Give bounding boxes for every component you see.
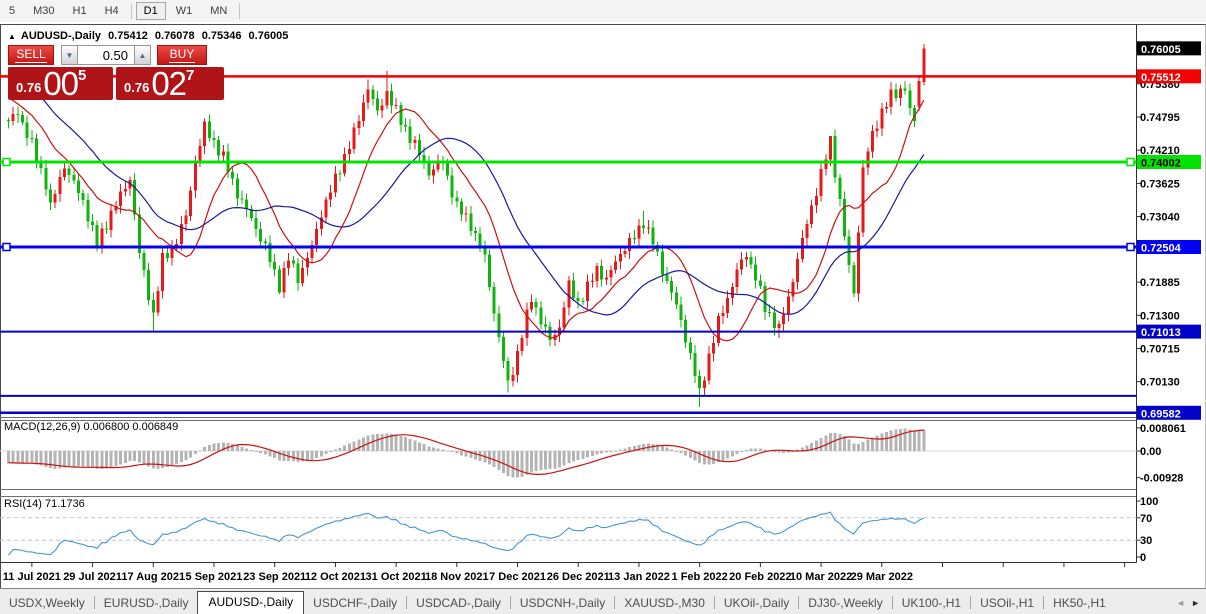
- svg-text:0.76005: 0.76005: [1141, 44, 1181, 56]
- sell-price-big: 00: [43, 65, 79, 102]
- timeframe-h4-button[interactable]: H4: [97, 2, 127, 20]
- rsi-axis-label: 70: [1140, 513, 1152, 525]
- sell-price-sup: 5: [78, 67, 87, 84]
- date-tick-label: 26 Dec 2021: [547, 571, 610, 583]
- ohlc-low: 0.75346: [201, 30, 242, 42]
- chart-tab-usdchf-daily[interactable]: USDCHF-,Daily: [304, 593, 406, 614]
- chart-tab-xauusd-m30[interactable]: XAUUSD-,M30: [615, 593, 714, 614]
- date-tick-label: 31 Oct 2021: [366, 571, 427, 583]
- rsi-indicator-label: RSI(14) 71.1736: [4, 498, 85, 510]
- toolbar-divider: [130, 3, 132, 19]
- toolbar-divider: [239, 3, 241, 19]
- tab-scroll-right-icon[interactable]: ►: [1191, 598, 1200, 608]
- price-tick-label: 0.73625: [1140, 178, 1180, 190]
- date-tick-label: 23 Sep 2021: [243, 571, 306, 583]
- tab-scroll-left-icon[interactable]: ◄: [1176, 598, 1185, 608]
- date-tick-label: 17 Aug 2021: [121, 571, 185, 583]
- price-tick-label: 0.74795: [1140, 112, 1180, 124]
- date-tick-label: 13 Jan 2022: [608, 571, 670, 583]
- slow-ma-line: [8, 66, 925, 316]
- buy-price-big: 02: [151, 65, 187, 102]
- timeframe-5-button[interactable]: 5: [1, 2, 23, 20]
- volume-input[interactable]: 0.50: [78, 45, 134, 65]
- macd-axis-label: 0.00: [1140, 446, 1161, 458]
- rsi-axis-label: 0: [1140, 552, 1146, 564]
- ohlc-high: 0.76078: [154, 30, 195, 42]
- chart-tab-ukoil-daily[interactable]: UKOil-,Daily: [715, 593, 798, 614]
- chevron-up-icon: ▲: [138, 50, 147, 60]
- date-tick-label: 10 Mar 2022: [790, 571, 852, 583]
- timeframe-w1-button[interactable]: W1: [168, 2, 201, 20]
- svg-text:0.74002: 0.74002: [1141, 158, 1181, 170]
- chart-tab-usdx-weekly[interactable]: USDX,Weekly: [0, 593, 94, 614]
- price-tick-label: 0.71300: [1140, 310, 1180, 322]
- svg-text:0.75512: 0.75512: [1141, 72, 1181, 84]
- chart-tab-uk100-h1[interactable]: UK100-,H1: [893, 593, 970, 614]
- svg-text:0.72504: 0.72504: [1141, 242, 1182, 254]
- symbol-tab-bar: USDX,Weekly EURUSD-,Daily AUDUSD-,Daily USD…: [0, 588, 1206, 614]
- chart-tab-usdcad-daily[interactable]: USDCAD-,Daily: [407, 593, 510, 614]
- date-tick-label: 18 Nov 2021: [425, 571, 489, 583]
- price-tick-label: 0.70130: [1140, 377, 1180, 389]
- date-tick-label: 5 Sep 2021: [186, 571, 243, 583]
- date-tick-label: 29 Mar 2022: [851, 571, 913, 583]
- sell-button[interactable]: SELL: [8, 45, 54, 65]
- trading-platform-window: 0.75380 0.74795 0.74210 0.73625 0.73040 0.718…: [0, 0, 1206, 614]
- rsi-line: [8, 511, 925, 556]
- chart-tab-usdcnh-daily[interactable]: USDCNH-,Daily: [511, 593, 614, 614]
- hline-handle[interactable]: [1126, 157, 1135, 167]
- macd-axis-label: -0.00928: [1140, 473, 1183, 485]
- sell-button-label: SELL: [15, 47, 47, 63]
- chart-tab-usoil-h1[interactable]: USOil-,H1: [971, 593, 1043, 614]
- date-tick-label: 7 Dec 2021: [489, 571, 546, 583]
- volume-decrease-button[interactable]: ▼: [61, 45, 78, 65]
- buy-price-prefix: 0.76: [124, 80, 150, 95]
- timeframe-m30-button[interactable]: M30: [25, 2, 62, 20]
- buy-price-panel[interactable]: 0.76 02 7: [116, 67, 224, 100]
- chart-header: ▲ AUDUSD-,Daily 0.75412 0.76078 0.75346 0…: [8, 30, 292, 42]
- buy-button-label: BUY: [168, 47, 196, 63]
- chart-tab-dj30-weekly[interactable]: DJ30-,Weekly: [799, 593, 891, 614]
- buy-price-sup: 7: [186, 67, 195, 84]
- volume-increase-button[interactable]: ▲: [134, 45, 151, 65]
- hline-handle[interactable]: [2, 242, 11, 252]
- collapse-panel-icon[interactable]: ▲: [8, 32, 16, 41]
- buy-button[interactable]: BUY: [157, 45, 207, 65]
- svg-text:0.69582: 0.69582: [1141, 408, 1181, 420]
- chart-symbol-label: AUDUSD-,Daily: [20, 30, 101, 42]
- price-tick-label: 0.70715: [1140, 344, 1180, 356]
- svg-text:0.71013: 0.71013: [1141, 327, 1181, 339]
- macd-indicator-label: MACD(12,26,9) 0.006800 0.006849: [4, 421, 179, 433]
- hline-handle[interactable]: [1126, 242, 1135, 252]
- date-tick-label: 11 Jul 2021: [3, 571, 61, 583]
- ohlc-close: 0.76005: [248, 30, 289, 42]
- ohlc-open: 0.75412: [108, 30, 148, 42]
- macd-axis-label: 0.008061: [1140, 423, 1186, 435]
- chart-tab-eurusd-daily[interactable]: EURUSD-,Daily: [95, 593, 198, 614]
- date-tick-label: 12 Oct 2021: [305, 571, 366, 583]
- tab-scroll-controls: ◄ ►: [1176, 598, 1206, 614]
- chevron-down-icon: ▼: [65, 50, 74, 60]
- timeframe-mn-button[interactable]: MN: [202, 2, 235, 20]
- macd-histogram: [7, 428, 926, 478]
- timeframe-toolbar: 5 M30 H1 H4 D1 W1 MN: [0, 0, 1206, 22]
- date-tick-label: 29 Jul 2021: [63, 571, 122, 583]
- price-tick-label: 0.71885: [1140, 277, 1180, 289]
- chart-tab-audusd-daily[interactable]: AUDUSD-,Daily: [197, 591, 305, 614]
- date-tick-label: 20 Feb 2022: [729, 571, 791, 583]
- sell-price-prefix: 0.76: [16, 80, 42, 95]
- date-tick-label: 1 Feb 2022: [672, 571, 728, 583]
- sell-price-panel[interactable]: 0.76 00 5: [8, 67, 113, 100]
- price-tick-label: 0.73040: [1140, 212, 1180, 224]
- chart-tab-hk50-h1[interactable]: HK50-,H1: [1044, 593, 1115, 614]
- timeframe-h1-button[interactable]: H1: [65, 2, 95, 20]
- rsi-axis-label: 100: [1140, 496, 1158, 508]
- rsi-axis-label: 30: [1140, 535, 1152, 547]
- hline-handle[interactable]: [2, 157, 11, 167]
- one-click-trading-widget: SELL ▼ 0.50 ▲ BUY 0.76 00 5 0.76 02 7: [8, 45, 224, 100]
- timeframe-d1-button[interactable]: D1: [135, 2, 166, 20]
